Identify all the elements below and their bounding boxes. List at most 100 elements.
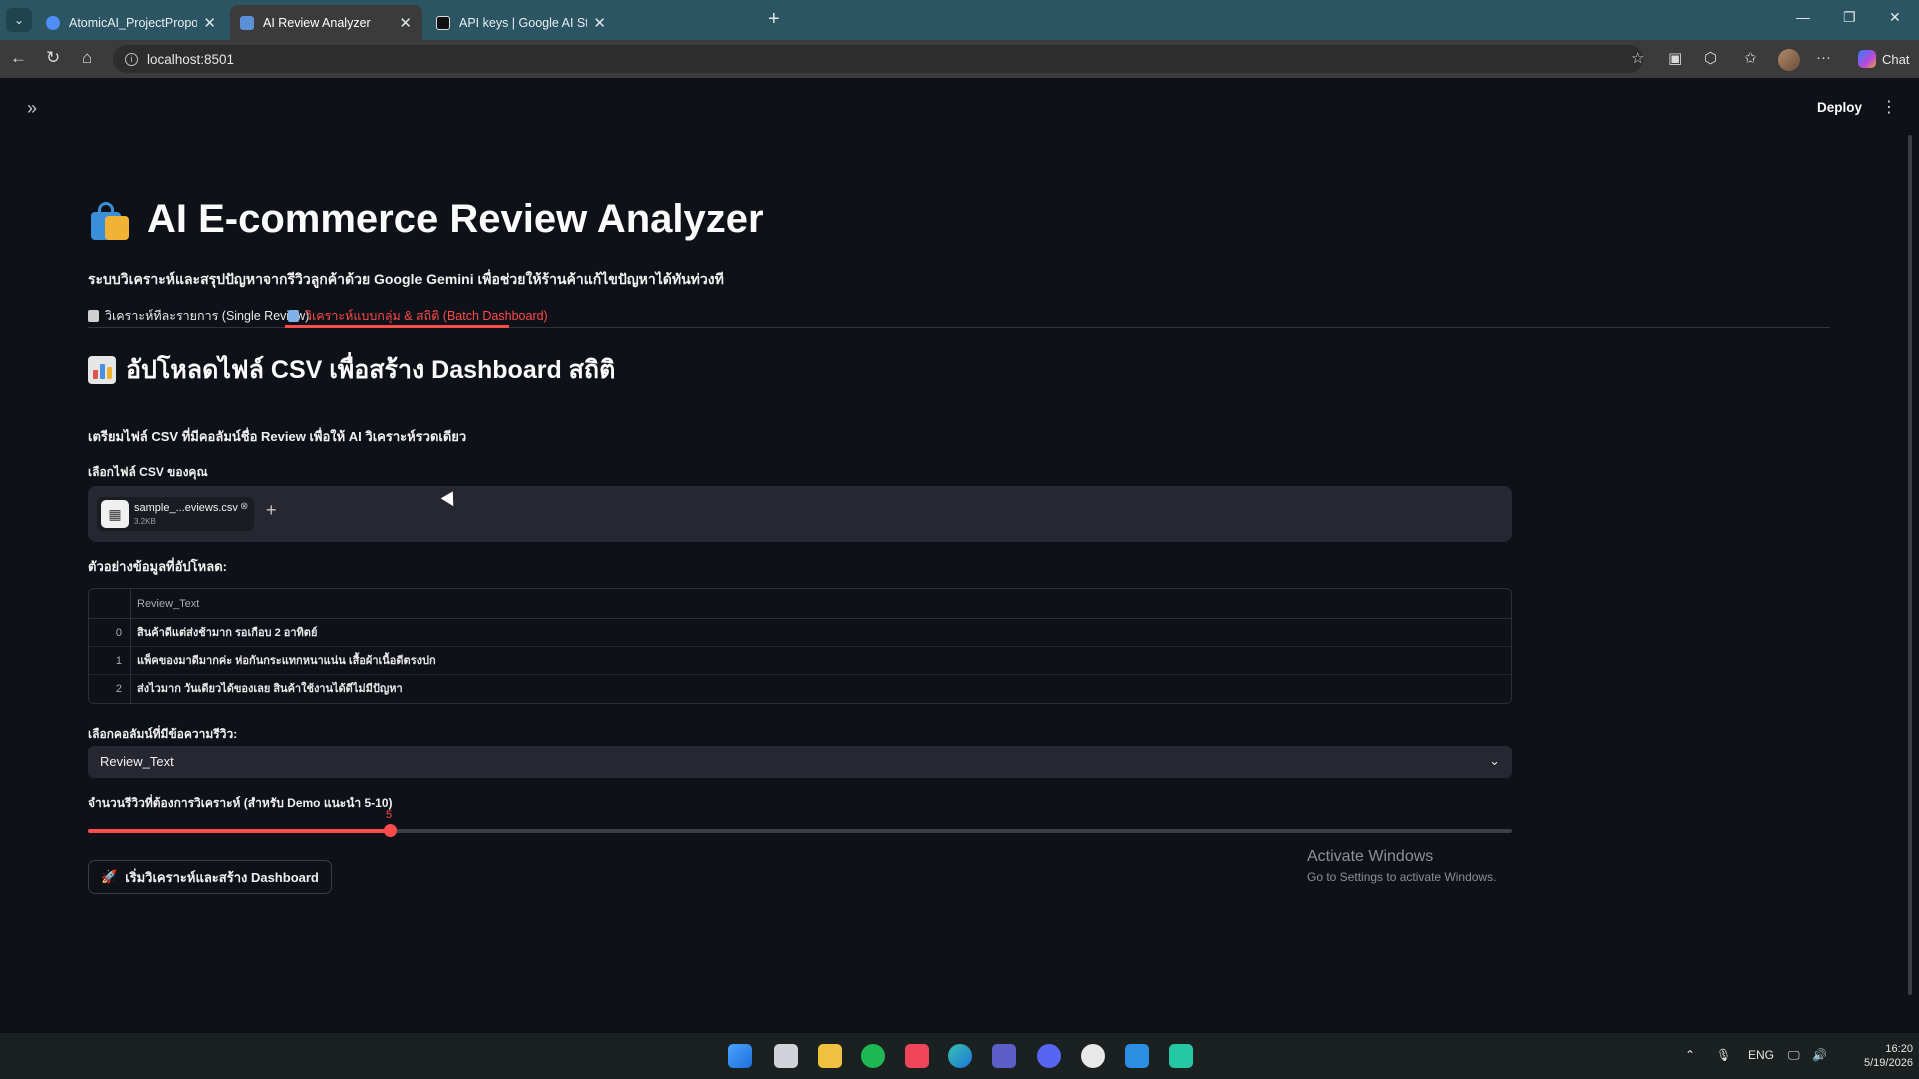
row-cell[interactable]: แพ็คของมาดีมากค่ะ ห่อกันกระแทกหนาแน่น เส… <box>137 647 436 675</box>
close-window-icon[interactable]: ✕ <box>1889 9 1901 26</box>
bar-chart-icon <box>88 356 116 384</box>
slider-label: จำนวนรีวิวที่ต้องการวิเคราะห์ (สำหรับ De… <box>88 796 393 810</box>
page-title-text: AI E-commerce Review Analyzer <box>147 196 764 241</box>
remove-file-icon[interactable]: ⊗ <box>240 501 248 512</box>
row-cell[interactable]: สินค้าดีแต่ส่งช้ามาก รอเกือบ 2 อาทิตย์ <box>137 619 317 647</box>
page-scrollbar[interactable] <box>1908 135 1912 995</box>
tab-label: วิเคราะห์ทีละรายการ (Single Review) <box>105 309 310 323</box>
vscode-icon[interactable] <box>1125 1044 1149 1068</box>
clock-time: 16:20 <box>1885 1043 1913 1055</box>
app-menu-icon[interactable]: ⋮ <box>1881 97 1897 117</box>
file-size: 3.2KB <box>134 517 156 526</box>
chevron-down-icon: ⌄ <box>1489 753 1500 768</box>
restore-icon[interactable]: ❐ <box>1843 9 1856 26</box>
more-options-icon[interactable]: ··· <box>1816 49 1831 66</box>
uploaded-file-chip[interactable]: ▦ sample_...eviews.csv 3.2KB ⊗ <box>97 497 254 531</box>
table-row[interactable]: 1 แพ็คของมาดีมากค่ะ ห่อกันกระแทกหนาแน่น … <box>89 647 1511 675</box>
taskbar-clock[interactable]: 16:20 5/19/2026 <box>1864 1042 1913 1070</box>
browser-tab-strip: ⌄ AtomicAI_ProjectProposal - พิจาร ✕ AI … <box>0 0 1919 40</box>
rocket-icon: 🚀 <box>101 869 118 884</box>
extension-icon[interactable]: ▣ <box>1668 49 1682 67</box>
file-table-icon: ▦ <box>101 500 129 528</box>
column-select-value: Review_Text <box>100 754 174 769</box>
copilot-icon <box>1858 50 1876 68</box>
app-icon[interactable] <box>1169 1044 1193 1068</box>
row-cell[interactable]: ส่งไวมาก วันเดียวได้ของเลย สินค้าใช้งานไ… <box>137 675 403 703</box>
tab-single-review[interactable]: วิเคราะห์ทีละรายการ (Single Review) <box>88 306 309 326</box>
favorite-star-icon[interactable]: ☆ <box>1631 49 1644 67</box>
close-tab-icon[interactable]: ✕ <box>593 14 606 32</box>
tab-actions-menu-icon[interactable]: ⌄ <box>6 8 32 32</box>
address-bar[interactable]: i localhost:8501 <box>113 45 1643 73</box>
profile-avatar[interactable] <box>1778 49 1800 71</box>
language-indicator[interactable]: ENG <box>1748 1048 1774 1062</box>
file-uploader[interactable]: ▦ sample_...eviews.csv 3.2KB ⊗ + <box>88 486 1512 542</box>
url-text: localhost:8501 <box>147 51 235 67</box>
shopping-bags-icon <box>87 196 133 242</box>
uploader-label: เลือกไฟล์ CSV ของคุณ <box>88 465 208 479</box>
column-select-label: เลือกคอลัมน์ที่มีข้อความรีวิว: <box>88 727 238 741</box>
expand-sidebar-icon[interactable]: » <box>27 98 37 119</box>
edge-icon[interactable] <box>948 1044 972 1068</box>
spotify-icon[interactable] <box>861 1044 885 1068</box>
canva-icon <box>46 15 60 30</box>
page-viewport: » Deploy ⋮ AI E-commerce Review Analyzer… <box>5 80 1914 1028</box>
extensions-puzzle-icon[interactable]: ⬡ <box>1704 49 1717 67</box>
browser-tab-proposal[interactable]: AtomicAI_ProjectProposal - พิจาร ✕ <box>36 5 226 40</box>
teams-icon[interactable] <box>992 1044 1016 1068</box>
site-info-icon[interactable]: i <box>125 52 138 66</box>
chart-icon <box>288 310 299 322</box>
network-icon[interactable]: 🖵 <box>1788 1048 1800 1063</box>
page-title: AI E-commerce Review Analyzer <box>87 196 764 242</box>
copilot-chat-button[interactable]: Chat <box>1850 46 1917 72</box>
volume-icon[interactable]: 🔊 <box>1812 1048 1827 1062</box>
add-file-icon[interactable]: + <box>266 500 277 521</box>
slider-thumb[interactable] <box>384 824 397 837</box>
music-icon[interactable] <box>905 1044 929 1068</box>
browser-tab-review-analyzer[interactable]: AI Review Analyzer ✕ <box>230 5 422 40</box>
start-analysis-button[interactable]: 🚀 เริ่มวิเคราะห์และสร้าง Dashboard <box>88 860 332 894</box>
browser-tab-title: AtomicAI_ProjectProposal - พิจาร <box>69 15 198 30</box>
preview-label: ตัวอย่างข้อมูลที่อัปโหลด: <box>88 559 227 574</box>
reload-icon[interactable]: ↻ <box>46 48 60 68</box>
active-tab-indicator <box>285 325 509 328</box>
favorites-icon[interactable]: ✩ <box>1744 49 1757 67</box>
row-index: 1 <box>89 647 131 675</box>
close-tab-icon[interactable]: ✕ <box>203 14 216 32</box>
file-name: sample_...eviews.csv <box>134 502 238 514</box>
home-icon[interactable]: ⌂ <box>82 48 92 68</box>
clock-date: 5/19/2026 <box>1864 1057 1913 1069</box>
deploy-button[interactable]: Deploy <box>1817 100 1862 115</box>
close-tab-icon[interactable]: ✕ <box>399 14 412 32</box>
tab-batch-dashboard[interactable]: วิเคราะห์แบบกลุ่ม & สถิติ (Batch Dashboa… <box>288 306 548 326</box>
start-icon[interactable] <box>728 1044 752 1068</box>
browser-toolbar: ← ↻ ⌂ i localhost:8501 ☆ ▣ ⬡ ✩ ··· Chat <box>0 40 1919 78</box>
review-count-slider[interactable] <box>88 824 1512 837</box>
preview-table[interactable]: Review_Text 0 สินค้าดีแต่ส่งช้ามาก รอเกื… <box>88 588 1512 704</box>
new-tab-icon[interactable]: + <box>768 8 780 31</box>
memo-icon <box>88 310 99 322</box>
chat-label: Chat <box>1882 51 1910 67</box>
start-analysis-label: เริ่มวิเคราะห์และสร้าง Dashboard <box>125 869 319 885</box>
browser-tab-ai-studio[interactable]: API keys | Google AI Studio ✕ <box>426 5 616 40</box>
slider-fill <box>88 829 390 833</box>
table-header: Review_Text <box>89 589 1511 619</box>
section-heading: อัปโหลดไฟล์ CSV เพื่อสร้าง Dashboard สถิ… <box>88 350 615 390</box>
browser-tab-title: AI Review Analyzer <box>263 15 371 30</box>
microphone-icon[interactable]: 🎙 <box>1716 1048 1731 1062</box>
column-select[interactable]: Review_Text ⌄ <box>88 746 1512 778</box>
activate-windows-watermark: Activate Windows Go to Settings to activ… <box>1307 848 1496 884</box>
app-tabs: วิเคราะห์ทีละรายการ (Single Review) วิเค… <box>88 304 1830 328</box>
back-icon[interactable]: ← <box>10 48 27 68</box>
tab-label: วิเคราะห์แบบกลุ่ม & สถิติ (Batch Dashboa… <box>305 309 548 323</box>
xbox-icon[interactable] <box>1081 1044 1105 1068</box>
minimize-icon[interactable]: — <box>1796 9 1810 25</box>
table-row[interactable]: 0 สินค้าดีแต่ส่งช้ามาก รอเกือบ 2 อาทิตย์ <box>89 619 1511 647</box>
file-explorer-icon[interactable] <box>818 1044 842 1068</box>
column-header[interactable]: Review_Text <box>137 598 199 610</box>
discord-icon[interactable] <box>1037 1044 1061 1068</box>
ai-studio-icon <box>436 15 450 30</box>
table-row[interactable]: 2 ส่งไวมาก วันเดียวได้ของเลย สินค้าใช้งา… <box>89 675 1511 703</box>
show-hidden-icons[interactable]: ⌃ <box>1685 1048 1695 1062</box>
task-view-icon[interactable] <box>774 1044 798 1068</box>
